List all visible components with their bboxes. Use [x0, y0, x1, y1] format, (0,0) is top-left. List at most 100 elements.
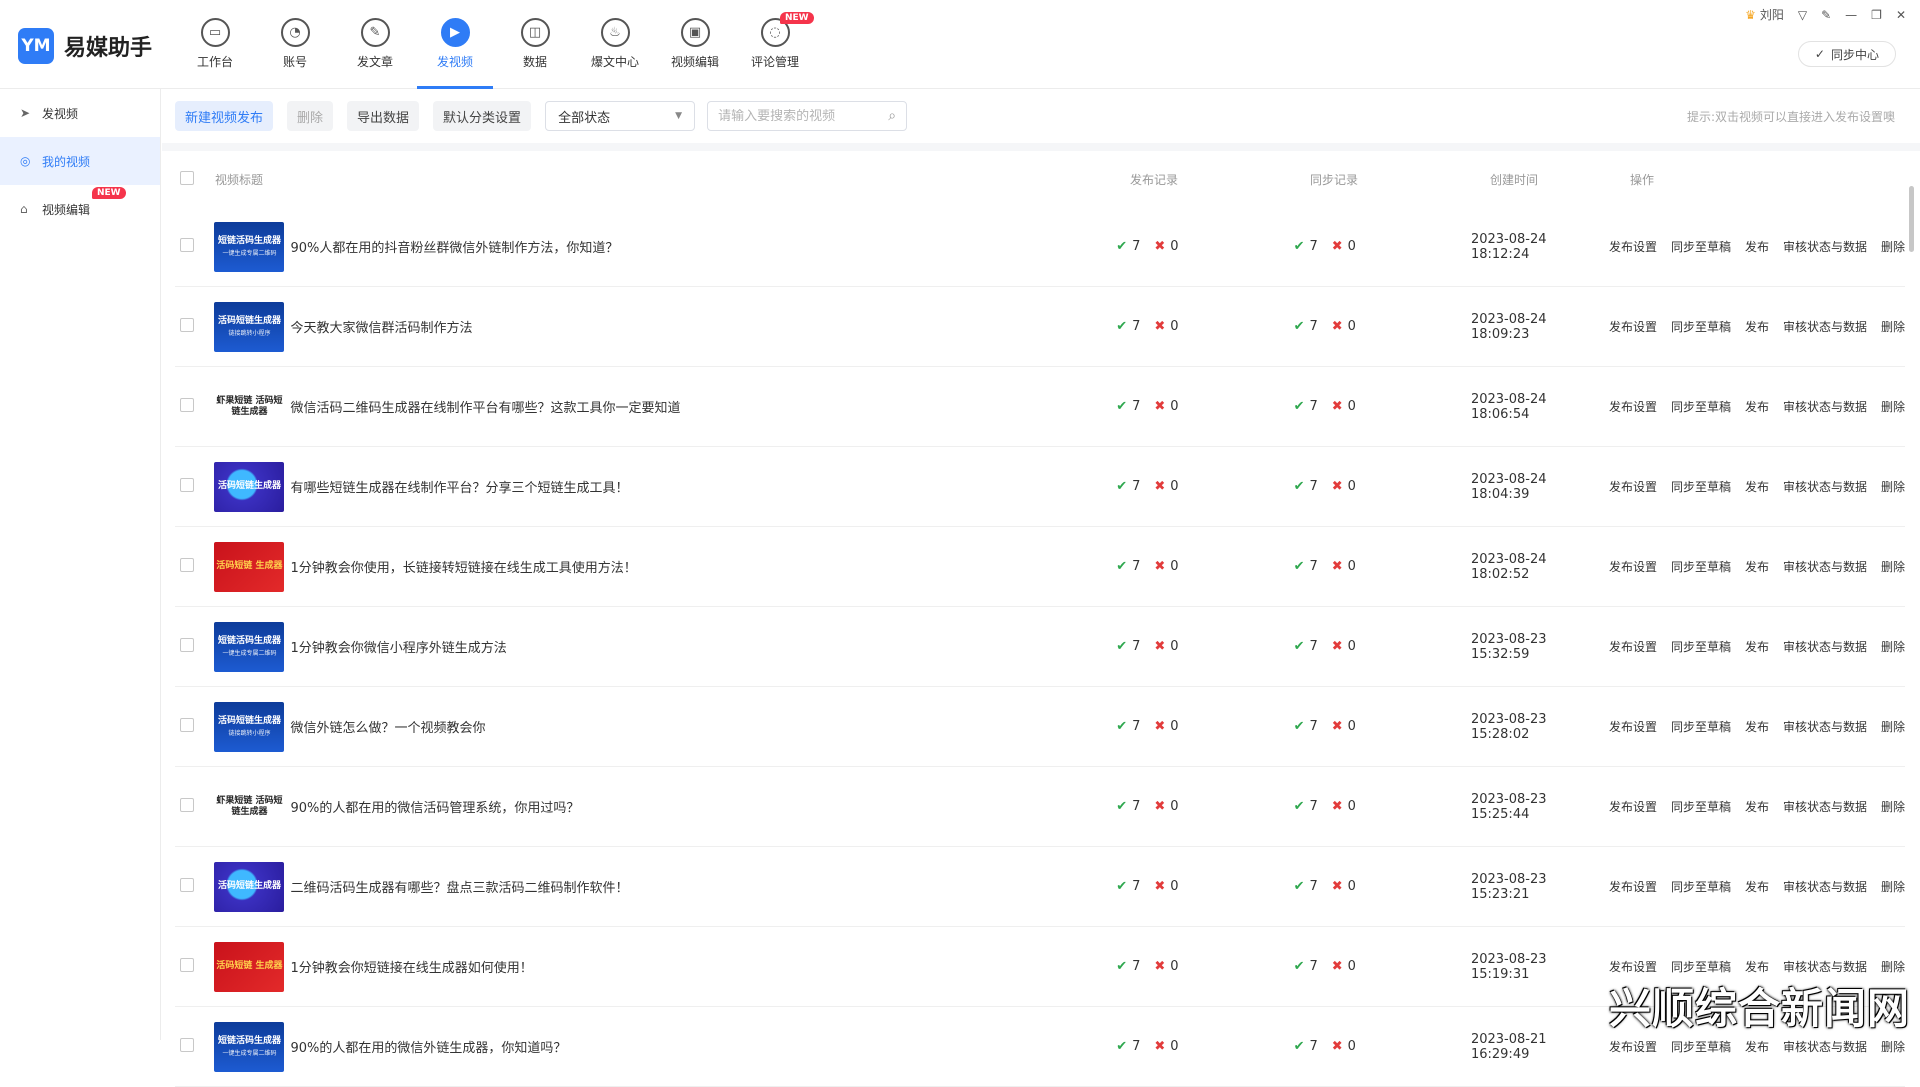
row-checkbox[interactable]: [180, 958, 194, 972]
sidebar-item-0[interactable]: ➤发视频: [0, 89, 160, 137]
video-title[interactable]: 今天教大家微信群活码制作方法: [290, 317, 472, 336]
op-button-1[interactable]: 同步至草稿: [1671, 558, 1731, 575]
video-title[interactable]: 二维码活码生成器有哪些？盘点三款活码二维码制作软件！: [290, 877, 628, 896]
op-button-4[interactable]: 删除: [1881, 238, 1905, 255]
video-title[interactable]: 90%人都在用的抖音粉丝群微信外链制作方法，你知道？: [290, 237, 618, 256]
video-title[interactable]: 微信外链怎么做？一个视频教会你: [290, 717, 485, 736]
op-button-2[interactable]: 发布: [1745, 1038, 1769, 1055]
op-button-4[interactable]: 删除: [1881, 1038, 1905, 1055]
row-checkbox[interactable]: [180, 718, 194, 732]
op-button-2[interactable]: 发布: [1745, 238, 1769, 255]
op-button-3[interactable]: 审核状态与数据: [1783, 478, 1867, 495]
op-button-4[interactable]: 删除: [1881, 478, 1905, 495]
status-select[interactable]: 全部状态 ▼: [545, 101, 695, 131]
op-button-2[interactable]: 发布: [1745, 878, 1769, 895]
video-thumbnail[interactable]: 虾果短链 活码短链生成器: [214, 782, 284, 832]
video-thumbnail[interactable]: 短链活码生成器一键生成专属二维码: [214, 222, 284, 272]
default-category-button[interactable]: 默认分类设置: [433, 101, 531, 131]
op-button-1[interactable]: 同步至草稿: [1671, 958, 1731, 975]
op-button-3[interactable]: 审核状态与数据: [1783, 238, 1867, 255]
op-button-0[interactable]: 发布设置: [1609, 718, 1657, 735]
video-thumbnail[interactable]: 活码短链 生成器: [214, 542, 284, 592]
table-row[interactable]: 活码短链生成器有哪些短链生成器在线制作平台？分享三个短链生成工具！✔7✖0✔7✖…: [175, 447, 1905, 527]
op-button-4[interactable]: 删除: [1881, 398, 1905, 415]
nav-item-2[interactable]: ✎发文章: [335, 0, 415, 89]
table-row[interactable]: 虾果短链 活码短链生成器90%的人都在用的微信活码管理系统，你用过吗？✔7✖0✔…: [175, 767, 1905, 847]
nav-item-5[interactable]: ♨爆文中心: [575, 0, 655, 89]
op-button-0[interactable]: 发布设置: [1609, 558, 1657, 575]
video-thumbnail[interactable]: 活码短链 生成器: [214, 942, 284, 992]
table-row[interactable]: 短链活码生成器一键生成专属二维码1分钟教会你微信小程序外链生成方法✔7✖0✔7✖…: [175, 607, 1905, 687]
op-button-1[interactable]: 同步至草稿: [1671, 318, 1731, 335]
op-button-1[interactable]: 同步至草稿: [1671, 1038, 1731, 1055]
op-button-2[interactable]: 发布: [1745, 798, 1769, 815]
op-button-3[interactable]: 审核状态与数据: [1783, 718, 1867, 735]
op-button-4[interactable]: 删除: [1881, 958, 1905, 975]
sync-center-button[interactable]: ✓ 同步中心: [1798, 41, 1896, 67]
op-button-4[interactable]: 删除: [1881, 638, 1905, 655]
sidebar-item-1[interactable]: ◎我的视频: [0, 137, 160, 185]
op-button-0[interactable]: 发布设置: [1609, 398, 1657, 415]
op-button-3[interactable]: 审核状态与数据: [1783, 398, 1867, 415]
op-button-1[interactable]: 同步至草稿: [1671, 238, 1731, 255]
op-button-2[interactable]: 发布: [1745, 558, 1769, 575]
app-logo[interactable]: YM 易媒助手: [18, 28, 152, 64]
row-checkbox[interactable]: [180, 798, 194, 812]
op-button-4[interactable]: 删除: [1881, 878, 1905, 895]
op-button-0[interactable]: 发布设置: [1609, 1038, 1657, 1055]
video-title[interactable]: 1分钟教会你使用，长链接转短链接在线生成工具使用方法！: [290, 557, 636, 576]
feedback-icon[interactable]: ✎: [1821, 8, 1831, 22]
table-row[interactable]: 活码短链生成器链接跳转小程序今天教大家微信群活码制作方法✔7✖0✔7✖02023…: [175, 287, 1905, 367]
video-title[interactable]: 微信活码二维码生成器在线制作平台有哪些？这款工具你一定要知道: [290, 397, 680, 416]
row-checkbox[interactable]: [180, 238, 194, 252]
op-button-0[interactable]: 发布设置: [1609, 958, 1657, 975]
scrollbar[interactable]: [1909, 186, 1914, 252]
op-button-1[interactable]: 同步至草稿: [1671, 878, 1731, 895]
op-button-3[interactable]: 审核状态与数据: [1783, 1038, 1867, 1055]
op-button-1[interactable]: 同步至草稿: [1671, 638, 1731, 655]
op-button-3[interactable]: 审核状态与数据: [1783, 638, 1867, 655]
op-button-4[interactable]: 删除: [1881, 558, 1905, 575]
table-row[interactable]: 短链活码生成器一键生成专属二维码 90%人都在用的抖音粉丝群微信外链制作方法，你知…: [175, 207, 1905, 287]
video-title[interactable]: 有哪些短链生成器在线制作平台？分享三个短链生成工具！: [290, 477, 628, 496]
nav-item-4[interactable]: ◫数据: [495, 0, 575, 89]
new-video-publish-button[interactable]: 新建视频发布: [175, 101, 273, 131]
op-button-3[interactable]: 审核状态与数据: [1783, 558, 1867, 575]
op-button-3[interactable]: 审核状态与数据: [1783, 958, 1867, 975]
select-all-checkbox[interactable]: [180, 171, 194, 185]
op-button-1[interactable]: 同步至草稿: [1671, 398, 1731, 415]
op-button-4[interactable]: 删除: [1881, 318, 1905, 335]
restore-icon[interactable]: ❐: [1871, 8, 1882, 22]
sidebar-item-2[interactable]: ⌂视频编辑NEW: [0, 185, 160, 233]
video-thumbnail[interactable]: 虾果短链 活码短链生成器: [214, 382, 284, 432]
op-button-3[interactable]: 审核状态与数据: [1783, 878, 1867, 895]
dropdown-icon[interactable]: ▽: [1798, 8, 1807, 22]
row-checkbox[interactable]: [180, 398, 194, 412]
video-thumbnail[interactable]: 活码短链生成器链接跳转小程序: [214, 702, 284, 752]
op-button-1[interactable]: 同步至草稿: [1671, 718, 1731, 735]
op-button-3[interactable]: 审核状态与数据: [1783, 318, 1867, 335]
row-checkbox[interactable]: [180, 318, 194, 332]
table-row[interactable]: 虾果短链 活码短链生成器微信活码二维码生成器在线制作平台有哪些？这款工具你一定要…: [175, 367, 1905, 447]
op-button-1[interactable]: 同步至草稿: [1671, 798, 1731, 815]
video-title[interactable]: 1分钟教会你短链接在线生成器如何使用！: [290, 957, 532, 976]
op-button-2[interactable]: 发布: [1745, 318, 1769, 335]
op-button-1[interactable]: 同步至草稿: [1671, 478, 1731, 495]
row-checkbox[interactable]: [180, 558, 194, 572]
op-button-0[interactable]: 发布设置: [1609, 878, 1657, 895]
table-row[interactable]: 活码短链生成器二维码活码生成器有哪些？盘点三款活码二维码制作软件！✔7✖0✔7✖…: [175, 847, 1905, 927]
op-button-0[interactable]: 发布设置: [1609, 238, 1657, 255]
video-thumbnail[interactable]: 短链活码生成器一键生成专属二维码: [214, 1022, 284, 1072]
row-checkbox[interactable]: [180, 878, 194, 892]
op-button-2[interactable]: 发布: [1745, 718, 1769, 735]
video-thumbnail[interactable]: 活码短链生成器链接跳转小程序: [214, 302, 284, 352]
nav-item-1[interactable]: ◔账号: [255, 0, 335, 89]
export-data-button[interactable]: 导出数据: [347, 101, 419, 131]
video-thumbnail[interactable]: 活码短链生成器: [214, 862, 284, 912]
video-thumbnail[interactable]: 短链活码生成器一键生成专属二维码: [214, 622, 284, 672]
op-button-0[interactable]: 发布设置: [1609, 798, 1657, 815]
table-row[interactable]: 活码短链 生成器1分钟教会你使用，长链接转短链接在线生成工具使用方法！✔7✖0✔…: [175, 527, 1905, 607]
row-checkbox[interactable]: [180, 478, 194, 492]
video-thumbnail[interactable]: 活码短链生成器: [214, 462, 284, 512]
op-button-3[interactable]: 审核状态与数据: [1783, 798, 1867, 815]
